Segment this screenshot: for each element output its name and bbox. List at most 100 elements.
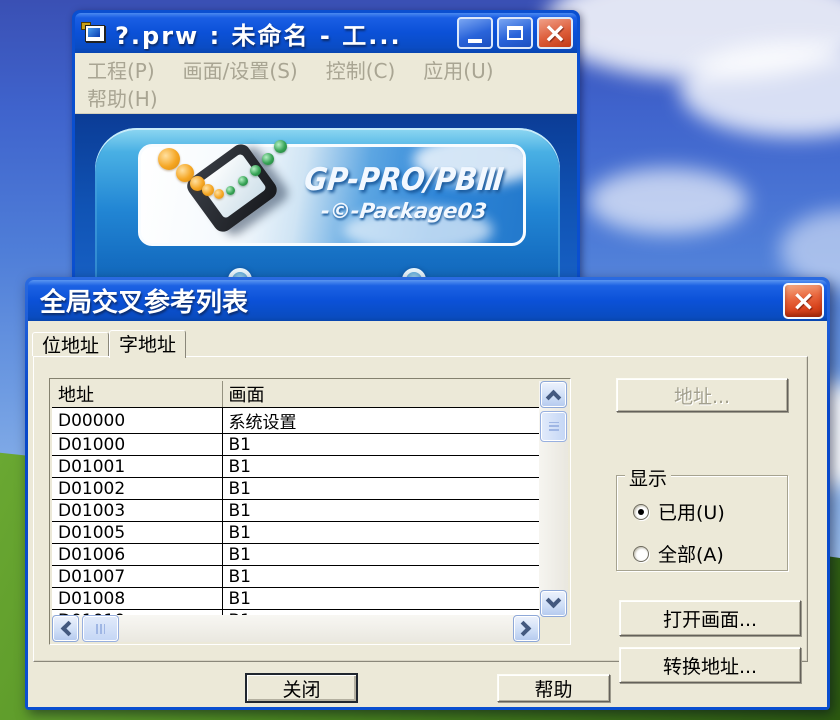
table-cell: B1 xyxy=(222,434,540,456)
table-cell: B1 xyxy=(222,478,540,500)
table-cell: B1 xyxy=(222,588,540,610)
dialog-title: 全局交叉参考列表 xyxy=(40,282,783,319)
table-grid: 地址画面 D00000系统设置D01000B1D01001B1D01002B1D… xyxy=(52,381,540,617)
vertical-scroll-thumb[interactable] xyxy=(540,411,567,442)
horizontal-scrollbar[interactable] xyxy=(52,615,540,642)
table-cell: D01005 xyxy=(52,522,222,544)
table-cell: B1 xyxy=(222,500,540,522)
orange-dot xyxy=(214,189,224,199)
orange-dot xyxy=(158,148,180,170)
table-row[interactable]: D01006B1 xyxy=(52,544,540,566)
radio-label: 已用(U) xyxy=(658,498,725,525)
table-row[interactable]: D01008B1 xyxy=(52,588,540,610)
dialog-body: 位地址字地址 地址画面 D00000系统设置D01000B1D01001B1D0… xyxy=(28,321,827,707)
horizontal-scroll-thumb[interactable] xyxy=(82,615,119,642)
tab-bit-address[interactable]: 位地址 xyxy=(32,332,109,356)
table-cell: 系统设置 xyxy=(222,408,540,434)
display-group: 显示 已用(U)全部(A) xyxy=(616,475,788,571)
radio-label: 全部(A) xyxy=(658,540,724,567)
chevron-left-icon xyxy=(61,621,77,637)
window-titlebar[interactable]: ?.prw : 未命名 - 工... × xyxy=(75,13,577,53)
menu-item[interactable]: 帮助(H) xyxy=(87,83,158,112)
splash-panel: GP-PRO/PBⅢ -©-Package03 xyxy=(95,128,560,280)
close-button[interactable]: 关闭 xyxy=(245,673,358,703)
table-row[interactable]: D01000B1 xyxy=(52,434,540,456)
close-icon: × xyxy=(543,19,566,47)
address-tabs: 位地址字地址 xyxy=(32,330,186,356)
reference-table: 地址画面 D00000系统设置D01000B1D01001B1D01002B1D… xyxy=(49,378,571,645)
maximize-button[interactable] xyxy=(497,17,533,49)
window-title: ?.prw : 未命名 - 工... xyxy=(115,16,453,51)
column-header: 地址 xyxy=(52,381,222,408)
radio-all[interactable]: 全部(A) xyxy=(633,540,724,567)
help-button[interactable]: 帮助 xyxy=(497,674,610,702)
vertical-scrollbar[interactable] xyxy=(539,381,568,617)
table-cell: D01001 xyxy=(52,456,222,478)
splash-area: GP-PRO/PBⅢ -©-Package03 xyxy=(75,114,577,280)
chevron-down-icon xyxy=(546,593,562,609)
table-cell: D01008 xyxy=(52,588,222,610)
table-cell: B1 xyxy=(222,522,540,544)
product-name: GP-PRO/PBⅢ xyxy=(297,161,511,198)
app-icon xyxy=(81,22,107,44)
display-group-label: 显示 xyxy=(625,464,671,491)
table-row[interactable]: D01005B1 xyxy=(52,522,540,544)
green-dot xyxy=(238,176,248,186)
scroll-up-button[interactable] xyxy=(540,381,567,408)
scroll-down-button[interactable] xyxy=(540,590,567,617)
radio-used[interactable]: 已用(U) xyxy=(633,498,725,525)
menu-item[interactable]: 应用(U) xyxy=(423,55,493,84)
tab-word-address[interactable]: 字地址 xyxy=(109,330,186,358)
table-cell: B1 xyxy=(222,456,540,478)
green-dot xyxy=(274,140,287,153)
cloud xyxy=(588,168,748,234)
orange-dot xyxy=(202,184,214,196)
app-icon-screen xyxy=(88,28,100,37)
menu-item[interactable]: 工程(P) xyxy=(87,55,155,84)
menu-item[interactable]: 控制(C) xyxy=(326,55,396,84)
menu-bar: 工程(P) 画面/设置(S) 控制(C) 应用(U) 帮助(H) xyxy=(75,53,577,114)
convert-address-button[interactable]: 转换地址... xyxy=(619,647,801,683)
green-dot xyxy=(262,153,274,165)
desktop: ?.prw : 未命名 - 工... × 工程(P) 画面/设置(S) 控制(C) 应… xyxy=(0,0,840,720)
window-close-button[interactable]: × xyxy=(537,17,573,49)
thumb-grip-icon xyxy=(96,624,105,634)
scroll-left-button[interactable] xyxy=(52,615,79,642)
address-button[interactable]: 地址... xyxy=(616,378,788,412)
thumb-grip-icon xyxy=(549,422,559,431)
radio-icon xyxy=(633,504,649,520)
open-screen-button[interactable]: 打开画面... xyxy=(619,600,801,636)
green-dot xyxy=(250,165,261,176)
minimize-button[interactable] xyxy=(457,17,493,49)
chevron-right-icon xyxy=(516,621,532,637)
close-icon: × xyxy=(792,287,815,315)
radio-icon xyxy=(633,546,649,562)
green-dot xyxy=(226,186,235,195)
table-cell: D01002 xyxy=(52,478,222,500)
dialog-titlebar[interactable]: 全局交叉参考列表 × xyxy=(28,280,827,321)
table-row[interactable]: D01001B1 xyxy=(52,456,540,478)
table-cell: D01006 xyxy=(52,544,222,566)
table-cell: D01003 xyxy=(52,500,222,522)
chevron-up-icon xyxy=(546,390,562,406)
table-row[interactable]: D01007B1 xyxy=(52,566,540,588)
table-cell: D00000 xyxy=(52,408,222,434)
table-row[interactable]: D01003B1 xyxy=(52,500,540,522)
menu-row: 工程(P) 画面/设置(S) 控制(C) 应用(U) xyxy=(87,55,565,83)
table-header-row: 地址画面 xyxy=(52,381,540,408)
column-header: 画面 xyxy=(222,381,540,408)
table-row[interactable]: D01002B1 xyxy=(52,478,540,500)
product-package: -©-Package03 xyxy=(298,199,511,223)
maximize-icon xyxy=(507,26,523,40)
table-cell: B1 xyxy=(222,544,540,566)
scroll-right-button[interactable] xyxy=(513,615,540,642)
cross-reference-dialog: 全局交叉参考列表 × 位地址字地址 地址画面 D00000系统设置D01000B… xyxy=(25,277,830,710)
tab-panel: 地址画面 D00000系统设置D01000B1D01001B1D01002B1D… xyxy=(33,356,808,662)
table-cell: D01007 xyxy=(52,566,222,588)
minimize-icon xyxy=(468,39,482,43)
menu-item[interactable]: 画面/设置(S) xyxy=(183,55,298,84)
product-logo: GP-PRO/PBⅢ -©-Package03 xyxy=(299,163,509,223)
table-row[interactable]: D00000系统设置 xyxy=(52,408,540,434)
dialog-close-button[interactable]: × xyxy=(783,283,824,319)
background-window: ?.prw : 未命名 - 工... × 工程(P) 画面/设置(S) 控制(C) 应… xyxy=(72,10,580,280)
